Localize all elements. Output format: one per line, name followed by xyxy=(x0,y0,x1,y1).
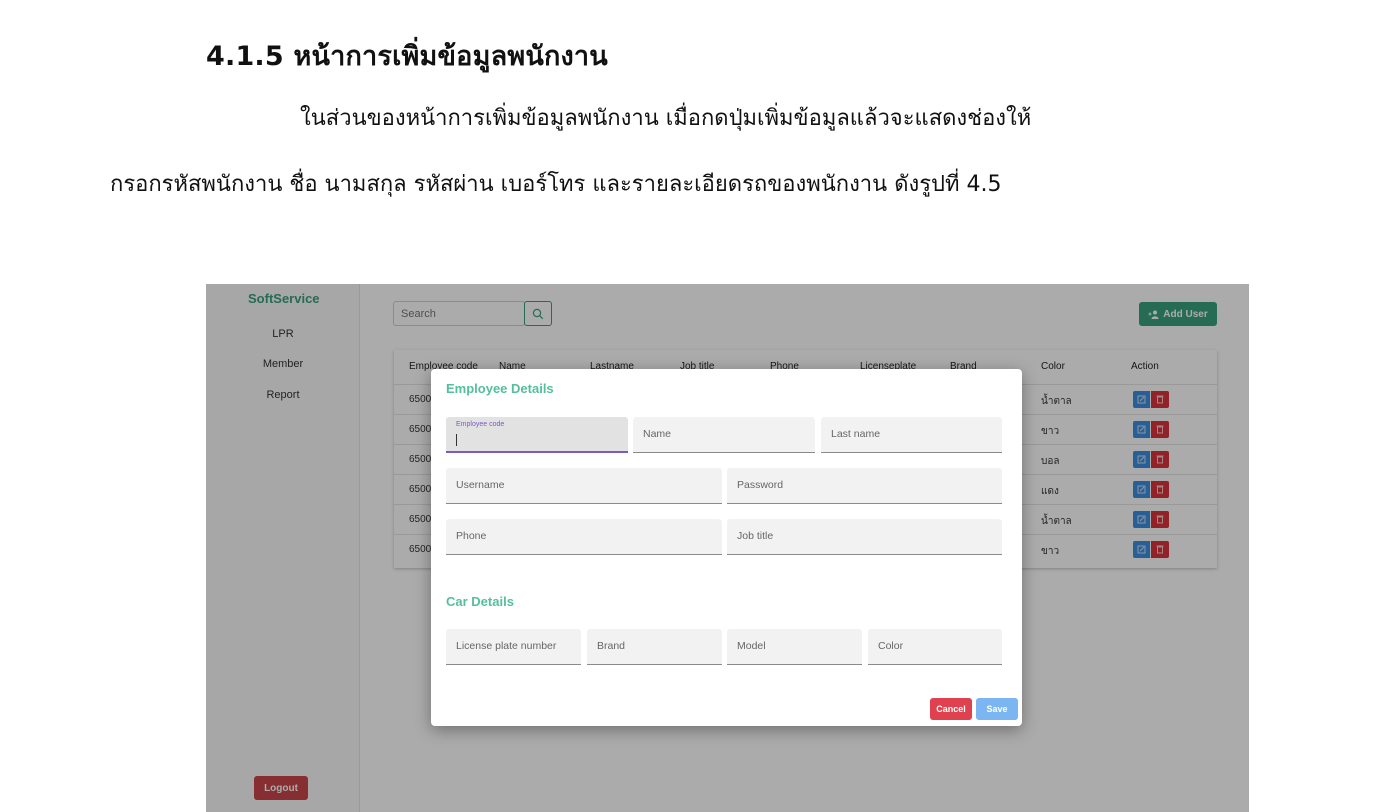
app-screenshot: SoftService LPR Member Report Logout Add… xyxy=(206,284,1249,812)
job-title-field[interactable]: Job title xyxy=(727,519,1002,555)
employee-details-title: Employee Details xyxy=(446,381,554,396)
username-field[interactable]: Username xyxy=(446,468,722,504)
license-plate-field[interactable]: License plate number xyxy=(446,629,581,665)
color-label: Color xyxy=(878,640,904,652)
name-field[interactable]: Name xyxy=(633,417,815,453)
employee-code-label: Employee code xyxy=(456,421,505,428)
name-label: Name xyxy=(643,428,672,440)
add-employee-dialog: Employee Details Employee code Name Last… xyxy=(431,369,1022,726)
color-field[interactable]: Color xyxy=(868,629,1002,665)
brand-field[interactable]: Brand xyxy=(587,629,722,665)
license-plate-label: License plate number xyxy=(456,640,557,652)
document-paragraph-line-2: กรอกรหัสพนักงาน ชื่อ นามสกุล รหัสผ่าน เบ… xyxy=(110,172,1002,197)
last-name-field[interactable]: Last name xyxy=(821,417,1002,453)
document-heading: 4.1.5 หน้าการเพิ่มข้อมูลพนักงาน xyxy=(206,41,608,72)
phone-field[interactable]: Phone xyxy=(446,519,722,555)
phone-label: Phone xyxy=(456,530,487,542)
job-title-label: Job title xyxy=(737,530,774,542)
model-field[interactable]: Model xyxy=(727,629,862,665)
username-label: Username xyxy=(456,479,505,491)
brand-label: Brand xyxy=(597,640,626,652)
document-paragraph-line-1: ในส่วนของหน้าการเพิ่มข้อมูลพนักงาน เมื่อ… xyxy=(300,106,1032,131)
password-field[interactable]: Password xyxy=(727,468,1002,504)
car-details-title: Car Details xyxy=(446,594,514,609)
save-button[interactable]: Save xyxy=(976,698,1018,720)
cancel-button[interactable]: Cancel xyxy=(930,698,972,720)
last-name-label: Last name xyxy=(831,428,881,440)
model-label: Model xyxy=(737,640,766,652)
text-cursor xyxy=(456,434,457,446)
password-label: Password xyxy=(737,479,784,491)
employee-code-field[interactable]: Employee code xyxy=(446,417,628,453)
